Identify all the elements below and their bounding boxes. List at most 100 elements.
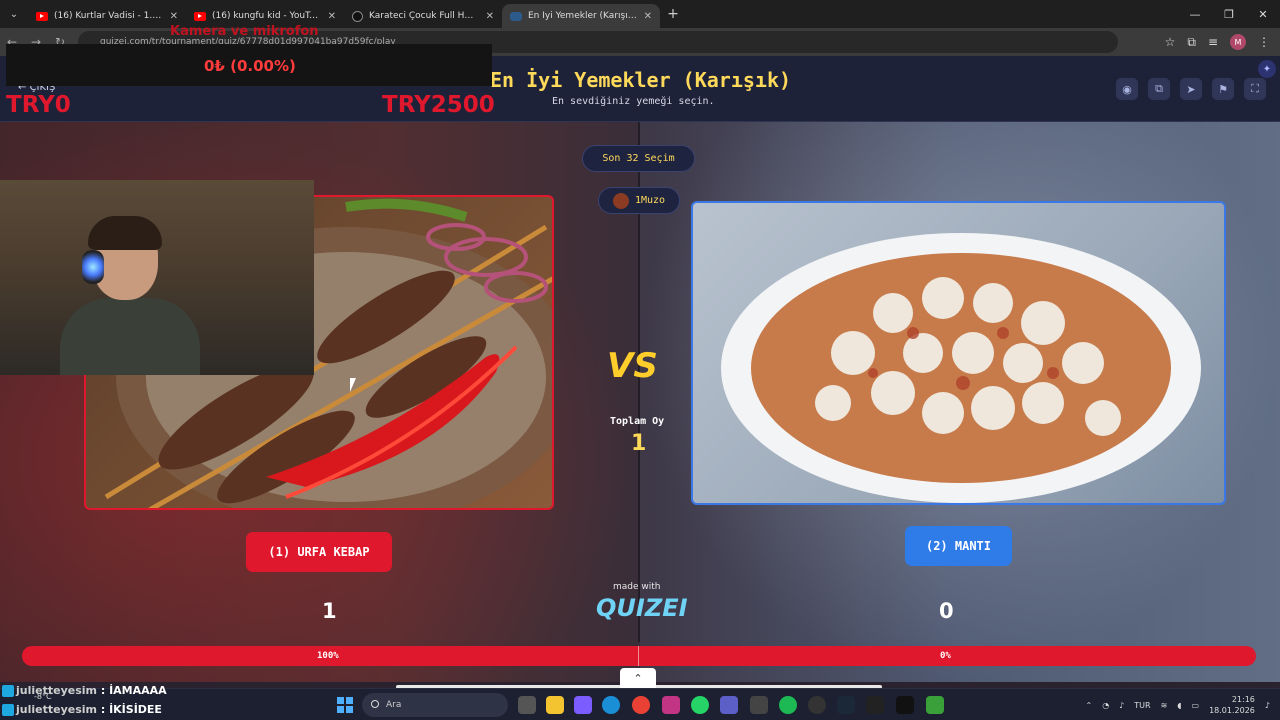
android-icon[interactable] [926,696,944,714]
progress-divider [638,646,639,666]
browser-tab[interactable]: Karateci Çocuk Full HD izle ✕ [344,4,502,28]
tab-title: En İyi Yemekler (Karışık) - Tier L [528,11,638,21]
menu-icon[interactable]: ⋮ [1258,35,1270,49]
page-subtitle: En sevdiğiniz yemeği seçin. [552,96,715,107]
browser-tab[interactable]: (16) Kurtlar Vadisi - 1.Bölüm | Fu ✕ [28,4,186,28]
vote-progress-bar [22,646,1256,666]
edge-icon[interactable] [602,696,620,714]
camera-label: Kamera ve mikrofon [170,24,319,39]
microphone-icon[interactable]: ♪ [1119,701,1124,710]
whatsapp-icon[interactable] [691,696,709,714]
obs-icon[interactable] [808,696,826,714]
capcut-icon[interactable] [896,696,914,714]
clock-date: 18.01.2026 [1209,706,1255,715]
close-tab-icon[interactable]: ✕ [328,11,336,22]
chat-badge-icon [2,685,14,697]
taskbar-search[interactable]: Ara [362,693,508,717]
chat-username: julietteyesim [16,684,97,697]
search-icon [371,700,379,708]
chat-message: julietteyesim : İKİSİDEE [16,703,162,716]
bookmark-star-icon[interactable]: ☆ [1165,35,1176,49]
mouse-cursor [350,378,356,392]
left-vote-count: 1 [322,599,337,623]
store-icon[interactable] [750,696,768,714]
choose-left-button[interactable]: (1) URFA KEBAP [246,532,392,572]
choose-right-button[interactable]: (2) MANTI [905,526,1012,566]
new-tab-button[interactable]: + [660,6,686,22]
toolbar-icons: ☆ ⧉ ≡ M ⋮ [1165,28,1270,56]
volume-icon[interactable]: ◖ [1177,701,1181,710]
instagram-icon[interactable] [662,696,680,714]
copilot-icon[interactable] [574,696,592,714]
copy-icon[interactable]: ⧉ [1148,78,1170,100]
eye-icon[interactable]: ◉ [1116,78,1138,100]
option-image-right[interactable] [691,201,1226,505]
round-badge: Son 32 Seçim [582,145,695,172]
keyboard-lang[interactable]: TUR [1134,701,1150,710]
close-window-icon[interactable]: ✕ [1246,0,1280,28]
chat-message: julietteyesim : İAMAAAA [16,684,167,697]
tab-title: Karateci Çocuk Full HD izle [369,11,480,21]
windows-start-icon[interactable] [337,697,353,713]
fullscreen-icon[interactable]: ⛶ [1244,78,1266,100]
manti-image [721,233,1201,503]
youtube-icon [194,11,206,21]
battery-icon[interactable]: ▭ [1192,701,1200,710]
sparkle-icon[interactable]: ✦ [1258,60,1276,78]
media-icon[interactable]: ≡ [1208,35,1218,49]
user-badge: 1Muzo [598,187,680,214]
vs-emblem: VS [607,346,658,386]
tab-search-icon[interactable]: ⌄ [0,0,28,28]
minimize-icon[interactable]: — [1178,0,1212,28]
quizei-logo[interactable]: QUIZEI [596,594,688,622]
chat-username: julietteyesim [16,703,97,716]
share-icon[interactable]: ➤ [1180,78,1202,100]
made-with-label: made with [613,582,661,592]
close-tab-icon[interactable]: ✕ [644,11,652,22]
try-left-counter: TRY0 [6,92,71,118]
file-explorer-icon[interactable] [546,696,564,714]
close-tab-icon[interactable]: ✕ [486,11,494,22]
youtube-icon [36,11,48,21]
browser-tab-active[interactable]: En İyi Yemekler (Karışık) - Tier L ✕ [502,4,660,28]
try-right-counter: TRY2500 [382,92,495,118]
search-placeholder: Ara [386,700,402,710]
streamer [60,216,200,375]
total-votes-value: 1 [631,431,647,456]
avatar [612,192,629,209]
clock-time: 21:16 [1231,695,1255,704]
notification-bell-icon[interactable]: ♪ [1265,701,1270,710]
tray-chevron-icon[interactable]: ⌃ [1085,701,1092,710]
steam-icon[interactable] [837,696,855,714]
username: 1Muzo [634,195,666,206]
spotify-icon[interactable] [779,696,797,714]
clock[interactable]: 21:16 18.01.2026 [1209,694,1255,716]
site-icon [352,10,363,22]
streamer-hair [88,216,162,250]
chat-text: İKİSİDEE [109,703,162,716]
epic-games-icon[interactable] [866,696,884,714]
webcam-feed [0,180,314,375]
chat-badge-icon [2,704,14,716]
profile-avatar[interactable]: M [1230,34,1246,50]
maximize-icon[interactable]: ❐ [1212,0,1246,28]
streamer-body [60,298,200,375]
scroll-up-button[interactable]: ⌃ [620,668,656,688]
flag-icon[interactable]: ⚑ [1212,78,1234,100]
task-view-icon[interactable] [518,696,536,714]
chrome-icon[interactable] [632,696,650,714]
left-percent: 100% [317,651,339,661]
balance-display: 0₺ (0.00%) [204,57,296,75]
total-votes-label: Toplam Oy [610,416,665,427]
page-title: En İyi Yemekler (Karışık) [490,68,792,92]
extensions-icon[interactable]: ⧉ [1187,35,1196,50]
headset-icon [82,250,104,284]
close-tab-icon[interactable]: ✕ [170,11,178,22]
wifi-icon[interactable]: ≋ [1161,701,1168,710]
teams-icon[interactable] [720,696,738,714]
system-tray: ⌃ ◔ ♪ TUR ≋ ◖ ▭ 21:16 18.01.2026 ♪ [1085,689,1270,720]
network-icon[interactable]: ◔ [1102,701,1109,710]
right-percent: 0% [940,651,951,661]
windows-taskbar: -8°C Ara ⌃ ◔ ♪ TUR ≋ ◖ ▭ 21:16 18.01.202… [0,688,1280,720]
tab-title: (16) kungfu kid - YouTube [212,11,322,21]
